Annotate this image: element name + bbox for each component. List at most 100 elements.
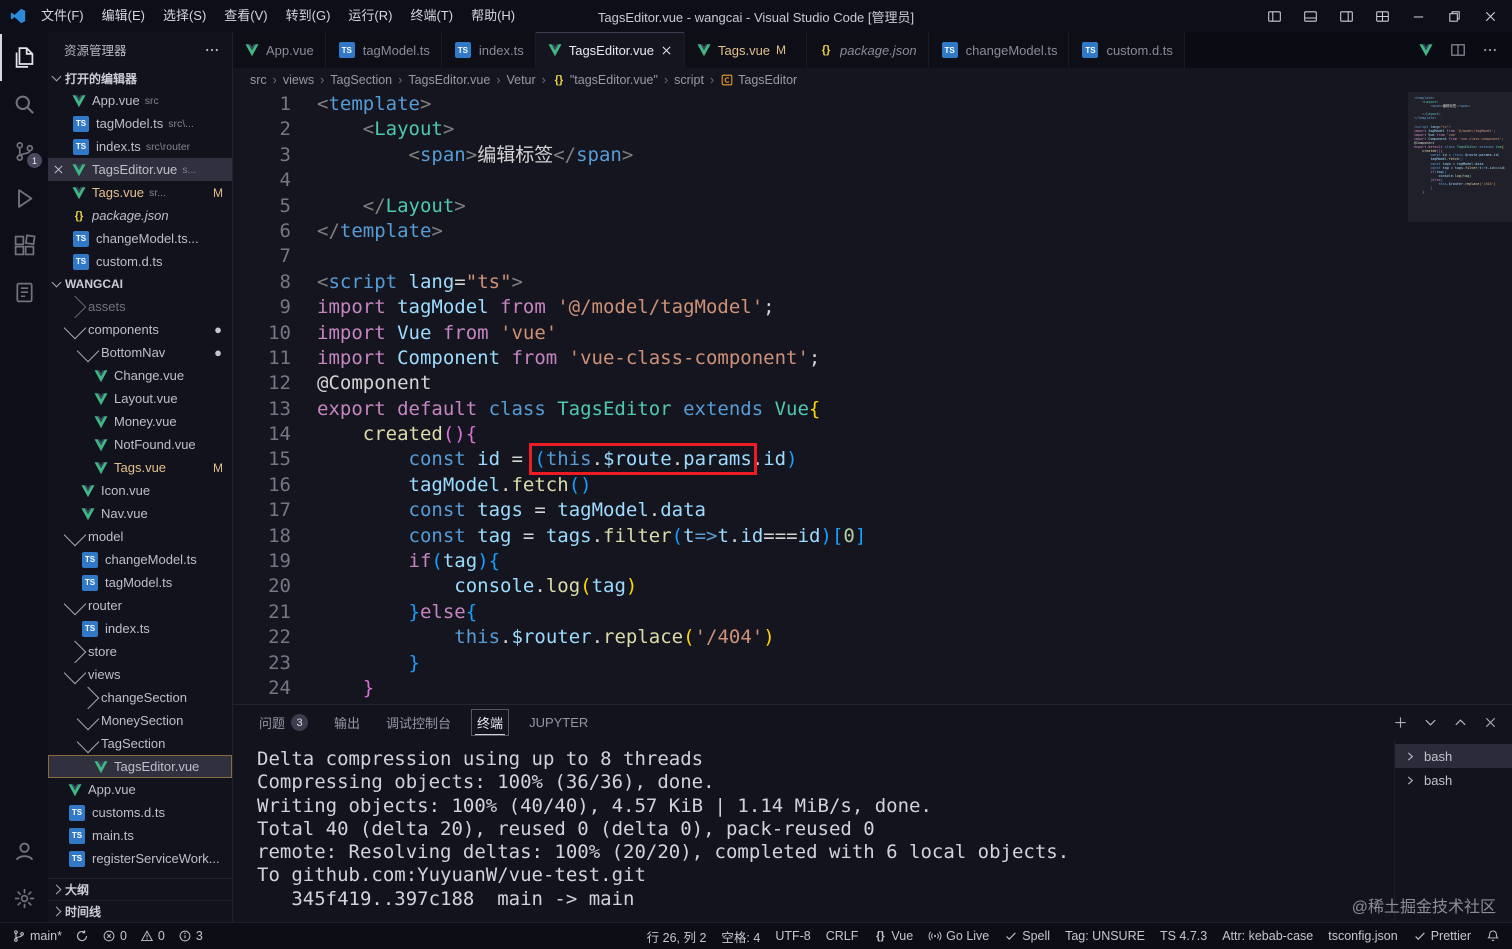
dropdown-chevron-icon[interactable]: [1423, 715, 1438, 730]
tree-item[interactable]: store: [48, 640, 232, 663]
menu-item[interactable]: 运行(R): [339, 0, 401, 32]
tree-item[interactable]: TS tagModel.ts: [48, 571, 232, 594]
breadcrumb-item[interactable]: script: [674, 73, 704, 87]
tree-item[interactable]: TS index.ts: [48, 617, 232, 640]
menu-item[interactable]: 查看(V): [215, 0, 276, 32]
code-line[interactable]: 10 import Vue from 'vue': [233, 321, 1512, 346]
minimap[interactable]: <template> <Layout> <span>编辑标签</span> </…: [1408, 92, 1512, 704]
code-line[interactable]: 11 import Component from 'vue-class-compo…: [233, 346, 1512, 371]
code-line[interactable]: 13 export default class TagsEditor extend…: [233, 397, 1512, 422]
code-line[interactable]: 4: [233, 168, 1512, 193]
panel-tab[interactable]: 调试控制台: [376, 705, 461, 740]
code-line[interactable]: 8 <script lang="ts">: [233, 270, 1512, 295]
menu-item[interactable]: 帮助(H): [462, 0, 524, 32]
status-item[interactable]: UTF-8: [775, 929, 810, 943]
tree-item[interactable]: components ●: [48, 318, 232, 341]
tree-item[interactable]: changeSection: [48, 686, 232, 709]
close-icon[interactable]: [1483, 715, 1498, 730]
code-line[interactable]: 23 }: [233, 651, 1512, 676]
tree-item[interactable]: Icon.vue: [48, 479, 232, 502]
layout-grid-button[interactable]: [1364, 0, 1400, 32]
code-line[interactable]: 17 const tags = tagModel.data: [233, 498, 1512, 523]
more-icon[interactable]: [1482, 42, 1498, 58]
status-item[interactable]: Attr: kebab-case: [1222, 929, 1313, 943]
open-editor-item[interactable]: App.vue src: [48, 89, 232, 112]
status-item[interactable]: main*: [12, 929, 62, 943]
vue-icon[interactable]: [1418, 42, 1434, 58]
code-line[interactable]: 24 }: [233, 676, 1512, 701]
close-icon[interactable]: [660, 44, 673, 57]
status-item[interactable]: 3: [178, 929, 203, 943]
tree-item[interactable]: Layout.vue: [48, 387, 232, 410]
tree-item[interactable]: Change.vue: [48, 364, 232, 387]
code-line[interactable]: 19 if(tag){: [233, 549, 1512, 574]
activity-search-button[interactable]: [0, 81, 48, 128]
breadcrumb-item[interactable]: TagsEditor: [720, 73, 797, 87]
tree-item[interactable]: TagSection: [48, 732, 232, 755]
activity-debug-button[interactable]: [0, 175, 48, 222]
activity-notebook-button[interactable]: [0, 269, 48, 316]
breadcrumb-item[interactable]: TagsEditor.vue: [408, 73, 490, 87]
status-item[interactable]: Prettier: [1413, 929, 1471, 943]
status-item[interactable]: Go Live: [928, 929, 989, 943]
tree-item[interactable]: assets: [48, 295, 232, 318]
editor-tab[interactable]: TS index.ts: [441, 32, 536, 68]
breadcrumb-item[interactable]: views: [283, 73, 314, 87]
menu-item[interactable]: 转到(G): [277, 0, 340, 32]
panel-tab[interactable]: 输出: [324, 705, 370, 740]
breadcrumb-item[interactable]: {} "tagsEditor.vue": [552, 73, 658, 87]
status-item[interactable]: CRLF: [826, 929, 859, 943]
terminal-output[interactable]: Delta compression using up to 8 threads C…: [233, 740, 1394, 922]
close-icon[interactable]: [52, 163, 65, 176]
code-line[interactable]: 6 </template>: [233, 219, 1512, 244]
activity-files-button[interactable]: [0, 34, 48, 81]
terminal-instance-item[interactable]: bash: [1395, 768, 1512, 792]
code-line[interactable]: 3 <span>编辑标签</span>: [233, 143, 1512, 168]
section-outline[interactable]: 大纲: [48, 878, 232, 900]
split-icon[interactable]: [1450, 42, 1466, 58]
open-editor-item[interactable]: TagsEditor.vue s...: [48, 158, 232, 181]
tree-item[interactable]: Nav.vue: [48, 502, 232, 525]
editor-tab[interactable]: TS tagModel.ts: [325, 32, 442, 68]
tree-item[interactable]: model: [48, 525, 232, 548]
editor-tab[interactable]: TS custom.d.ts: [1069, 32, 1185, 68]
code-line[interactable]: 12 @Component: [233, 371, 1512, 396]
layout-sidebar-button[interactable]: [1256, 0, 1292, 32]
code-line[interactable]: 9 import tagModel from '@/model/tagModel'…: [233, 295, 1512, 320]
status-item[interactable]: tsconfig.json: [1328, 929, 1397, 943]
maximize-chevron-icon[interactable]: [1453, 715, 1468, 730]
tree-item[interactable]: TS changeModel.ts: [48, 548, 232, 571]
section-timeline[interactable]: 时间线: [48, 900, 232, 922]
tree-item[interactable]: TS customs.d.ts: [48, 801, 232, 824]
close-button[interactable]: [1472, 0, 1508, 32]
minimize-button[interactable]: [1400, 0, 1436, 32]
breadcrumb-item[interactable]: TagSection: [330, 73, 392, 87]
status-item[interactable]: Spell: [1004, 929, 1050, 943]
tree-item[interactable]: NotFound.vue: [48, 433, 232, 456]
status-item[interactable]: [75, 929, 89, 943]
open-editor-item[interactable]: TS index.ts src\router: [48, 135, 232, 158]
code-line[interactable]: 15 const id = (this.$route.params.id): [233, 443, 1512, 476]
tree-item[interactable]: MoneySection: [48, 709, 232, 732]
tree-item[interactable]: TS main.ts: [48, 824, 232, 847]
breadcrumb-item[interactable]: Vetur: [506, 73, 535, 87]
editor-tab[interactable]: TS changeModel.ts: [928, 32, 1070, 68]
activity-extensions-button[interactable]: [0, 222, 48, 269]
status-item[interactable]: Tag: UNSURE: [1065, 929, 1145, 943]
status-item[interactable]: 0: [140, 929, 165, 943]
code-line[interactable]: 22 this.$router.replace('/404'): [233, 625, 1512, 650]
status-item[interactable]: TS 4.7.3: [1160, 929, 1207, 943]
code-line[interactable]: 21 }else{: [233, 600, 1512, 625]
tree-item[interactable]: Tags.vue M: [48, 456, 232, 479]
menu-item[interactable]: 终端(T): [401, 0, 462, 32]
menu-item[interactable]: 文件(F): [32, 0, 93, 32]
code-line[interactable]: 14 created(){: [233, 422, 1512, 447]
tree-item[interactable]: Money.vue: [48, 410, 232, 433]
tree-item[interactable]: TS registerServiceWork...: [48, 847, 232, 870]
activity-source-control-button[interactable]: 1: [0, 128, 48, 175]
tree-item[interactable]: App.vue: [48, 778, 232, 801]
layout-panel-button[interactable]: [1292, 0, 1328, 32]
terminal-instance-item[interactable]: bash: [1395, 744, 1512, 768]
menu-item[interactable]: 编辑(E): [93, 0, 154, 32]
panel-tab[interactable]: 终端: [467, 705, 513, 740]
